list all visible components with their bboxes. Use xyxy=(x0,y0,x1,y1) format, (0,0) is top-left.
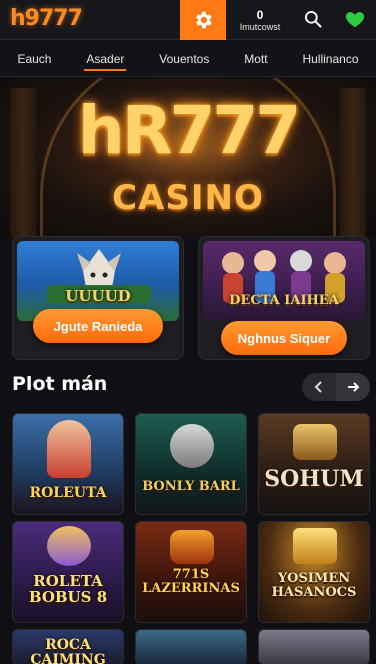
promo-card-right[interactable]: DECTA IAIHEA Nghnus Siquer xyxy=(198,236,370,360)
game-tile[interactable]: ROLEUTA xyxy=(12,413,124,515)
nav-item-mott[interactable]: Mott xyxy=(240,44,271,74)
nav-item-eauch[interactable]: Eauch xyxy=(13,44,55,74)
brand-logo[interactable]: h9777 xyxy=(10,6,83,31)
game-emblem xyxy=(293,424,337,460)
favorites-button[interactable] xyxy=(340,4,370,34)
game-tile[interactable]: BONLY BARL xyxy=(135,413,247,515)
settings-button[interactable] xyxy=(180,0,226,40)
game-tile[interactable]: YOSIMEN HASANOCS xyxy=(258,521,370,623)
section-title: Plot mán xyxy=(12,373,108,395)
heart-icon xyxy=(345,12,365,28)
game-tile[interactable]: 771S LAZERRINAS xyxy=(135,521,247,623)
game-title: 771S LAZERRINAS xyxy=(142,567,240,596)
game-emblem xyxy=(47,526,91,566)
nav-item-vouentos[interactable]: Vouentos xyxy=(155,44,213,74)
nav-item-asader[interactable]: Asader xyxy=(82,44,128,74)
promo-card-left[interactable]: UUUUD Jgute Ranieda xyxy=(12,236,184,360)
notifications-count: 0 xyxy=(256,7,264,22)
promo-art-right: DECTA IAIHEA xyxy=(203,241,365,321)
hero-title: hR777 xyxy=(77,92,302,169)
characters-illustration-icon xyxy=(222,250,346,303)
chevron-left-icon xyxy=(314,381,322,393)
arrow-right-icon xyxy=(348,382,360,392)
game-tile[interactable] xyxy=(135,629,247,664)
search-icon xyxy=(305,11,322,28)
notifications-button[interactable]: 0 Imutcowst xyxy=(230,3,290,37)
top-bar: h9777 0 Imutcowst xyxy=(0,0,376,40)
promo-button-right[interactable]: Nghnus Siquer xyxy=(221,321,347,355)
game-tile[interactable] xyxy=(258,629,370,664)
game-title: ROLETA BOBUS 8 xyxy=(28,572,108,606)
hero-banner[interactable]: hR777 CASINO xyxy=(0,78,376,238)
game-title: YOSIMEN HASANOCS xyxy=(271,571,357,600)
game-character xyxy=(47,420,91,478)
nav-item-hullinanco[interactable]: Hullinanco xyxy=(298,44,362,74)
game-title: SOHUM xyxy=(264,466,364,492)
hero-subtitle: CASINO xyxy=(112,178,264,218)
game-title: BONLY BARL xyxy=(142,479,240,494)
promo-button-left[interactable]: Jgute Ranieda xyxy=(33,309,163,343)
category-nav: Eauch Asader Vouentos Mott Hullinanco xyxy=(0,41,376,77)
pager-prev-button[interactable] xyxy=(302,373,336,401)
game-title: ROLEUTA xyxy=(29,485,107,501)
game-tile[interactable]: SOHUM xyxy=(258,413,370,515)
game-title: ROCA CAIMING xyxy=(30,637,106,664)
gear-icon xyxy=(196,11,212,29)
section-pager xyxy=(302,373,370,401)
game-tile[interactable]: ROLETA BOBUS 8 xyxy=(12,521,124,623)
game-tile[interactable]: ROCA CAIMING xyxy=(12,629,124,664)
game-emblem xyxy=(293,528,337,564)
notifications-label: Imutcowst xyxy=(239,21,281,32)
promo-art-text-left: UUUUD xyxy=(65,287,131,305)
pager-next-button[interactable] xyxy=(336,373,370,401)
game-emblem xyxy=(170,424,214,468)
promo-art-text-right: DECTA IAIHEA xyxy=(229,293,339,308)
search-button[interactable] xyxy=(298,4,328,34)
game-emblem xyxy=(170,530,214,564)
